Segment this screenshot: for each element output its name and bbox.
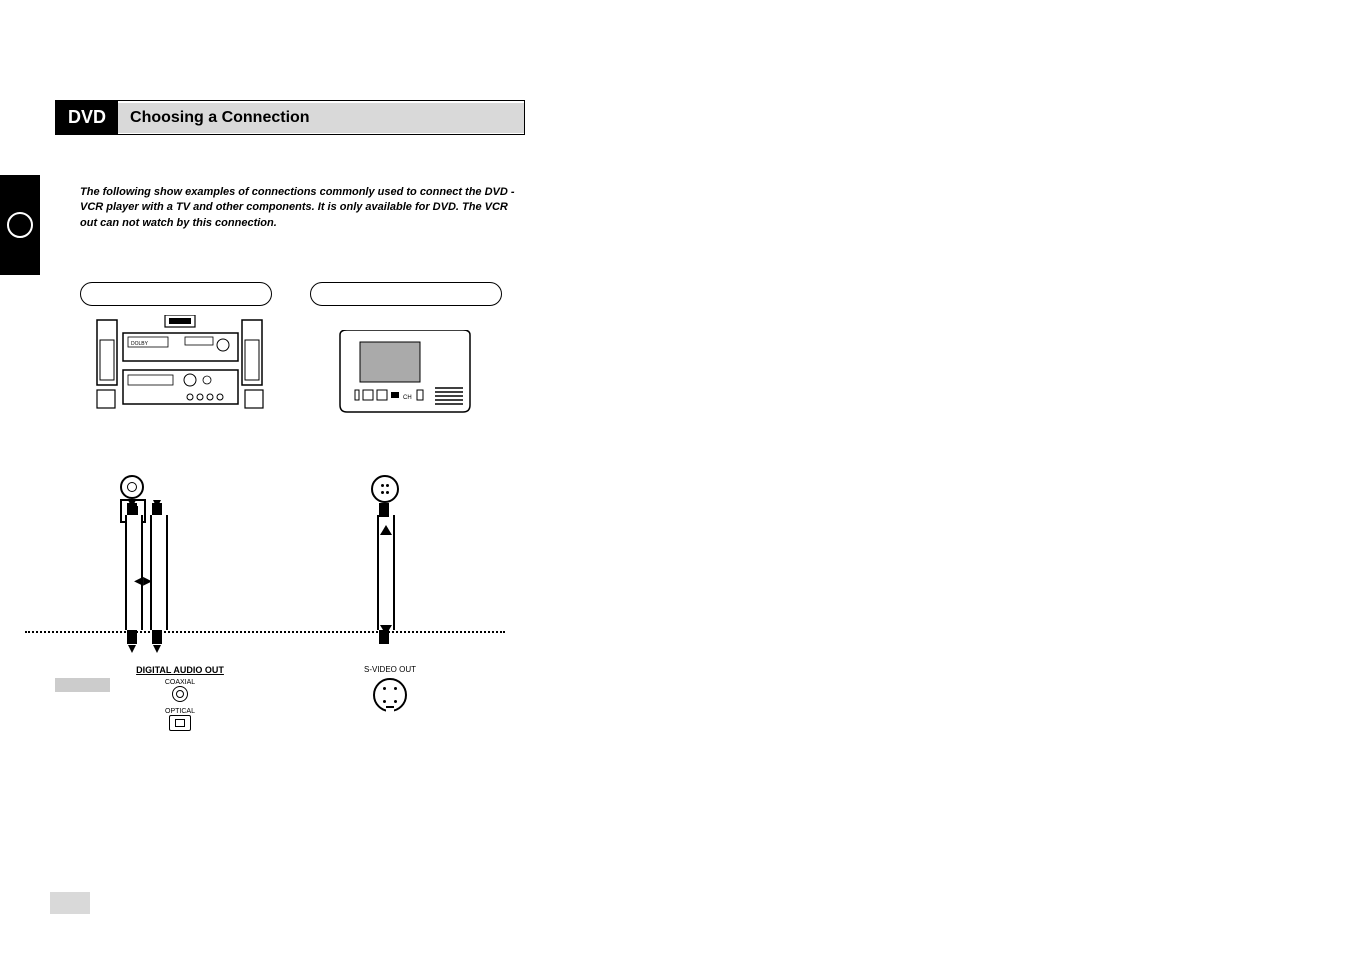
coaxial-label: COAXIAL xyxy=(165,679,195,686)
digital-audio-out-label: DIGITAL AUDIO OUT xyxy=(110,665,250,675)
amplifier-illustration: DOLBY xyxy=(95,315,265,410)
section-header: DVD Choosing a Connection xyxy=(55,100,525,135)
svideo-out-panel: S-VIDEO OUT xyxy=(345,665,435,712)
svideo-out-icon xyxy=(373,678,407,712)
intro-paragraph: The following show examples of connectio… xyxy=(80,185,520,231)
coaxial-out-icon xyxy=(172,686,188,702)
arrow-down-icon xyxy=(128,645,136,653)
svg-text:CH: CH xyxy=(403,395,412,401)
section-title: Choosing a Connection xyxy=(118,103,524,133)
header-bar: DVD Choosing a Connection xyxy=(55,100,525,135)
dvd-player-label xyxy=(55,678,110,692)
side-circle-icon xyxy=(7,212,33,238)
connection-diagram: DOLBY CH xyxy=(55,285,535,765)
page-number xyxy=(50,892,90,914)
double-arrow-icon: ◂▸ xyxy=(123,570,163,591)
optical-label: OPTICAL xyxy=(165,708,195,715)
tv-illustration: CH xyxy=(335,330,475,425)
category-badge: DVD xyxy=(56,101,118,134)
svideo-out-label: S-VIDEO OUT xyxy=(345,665,435,674)
coaxial-in-icon xyxy=(120,475,144,499)
svideo-cable xyxy=(377,515,395,630)
optical-out-icon xyxy=(169,715,191,731)
side-tab xyxy=(0,175,40,275)
dvd-player-boundary xyxy=(25,631,505,633)
svg-text:DOLBY: DOLBY xyxy=(131,341,149,347)
arrow-down-icon xyxy=(153,645,161,653)
digital-audio-out-panel: DIGITAL AUDIO OUT COAXIAL OPTICAL xyxy=(110,665,250,731)
